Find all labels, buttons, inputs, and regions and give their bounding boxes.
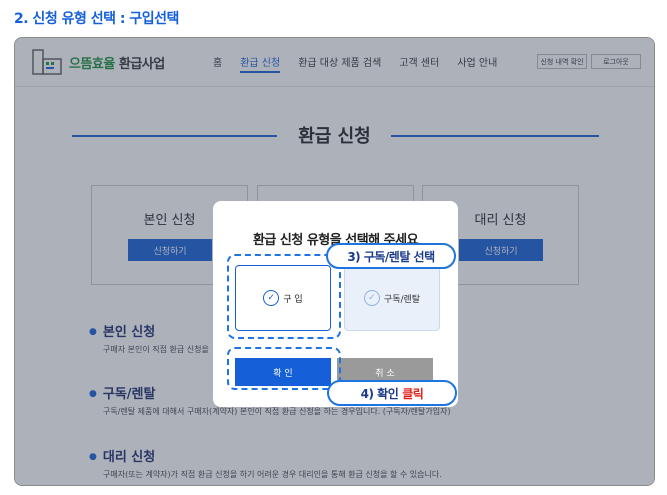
callout-step4: 4) 확인 클릭 [327,380,457,406]
option-subscription[interactable]: ✓ 구독/렌탈 [344,265,440,331]
browser-frame: 으뜸효율 환급사업 홈 환급 신청 환급 대상 제품 검색 고객 센터 사업 안… [14,37,655,486]
option-subscription-label: 구독/렌탈 [383,294,421,305]
step-title: 2. 신청 유형 선택 : 구입선택 [14,11,179,27]
check-circle-icon: ✓ [363,290,380,306]
callout-step3: 3) 구독/렌탈 선택 [326,243,456,269]
highlight-option-box [227,254,341,339]
callout-step4-text: 4) 확인 [360,386,399,401]
highlight-confirm-box [227,347,341,390]
callout-step4-highlight: 클릭 [402,386,424,401]
